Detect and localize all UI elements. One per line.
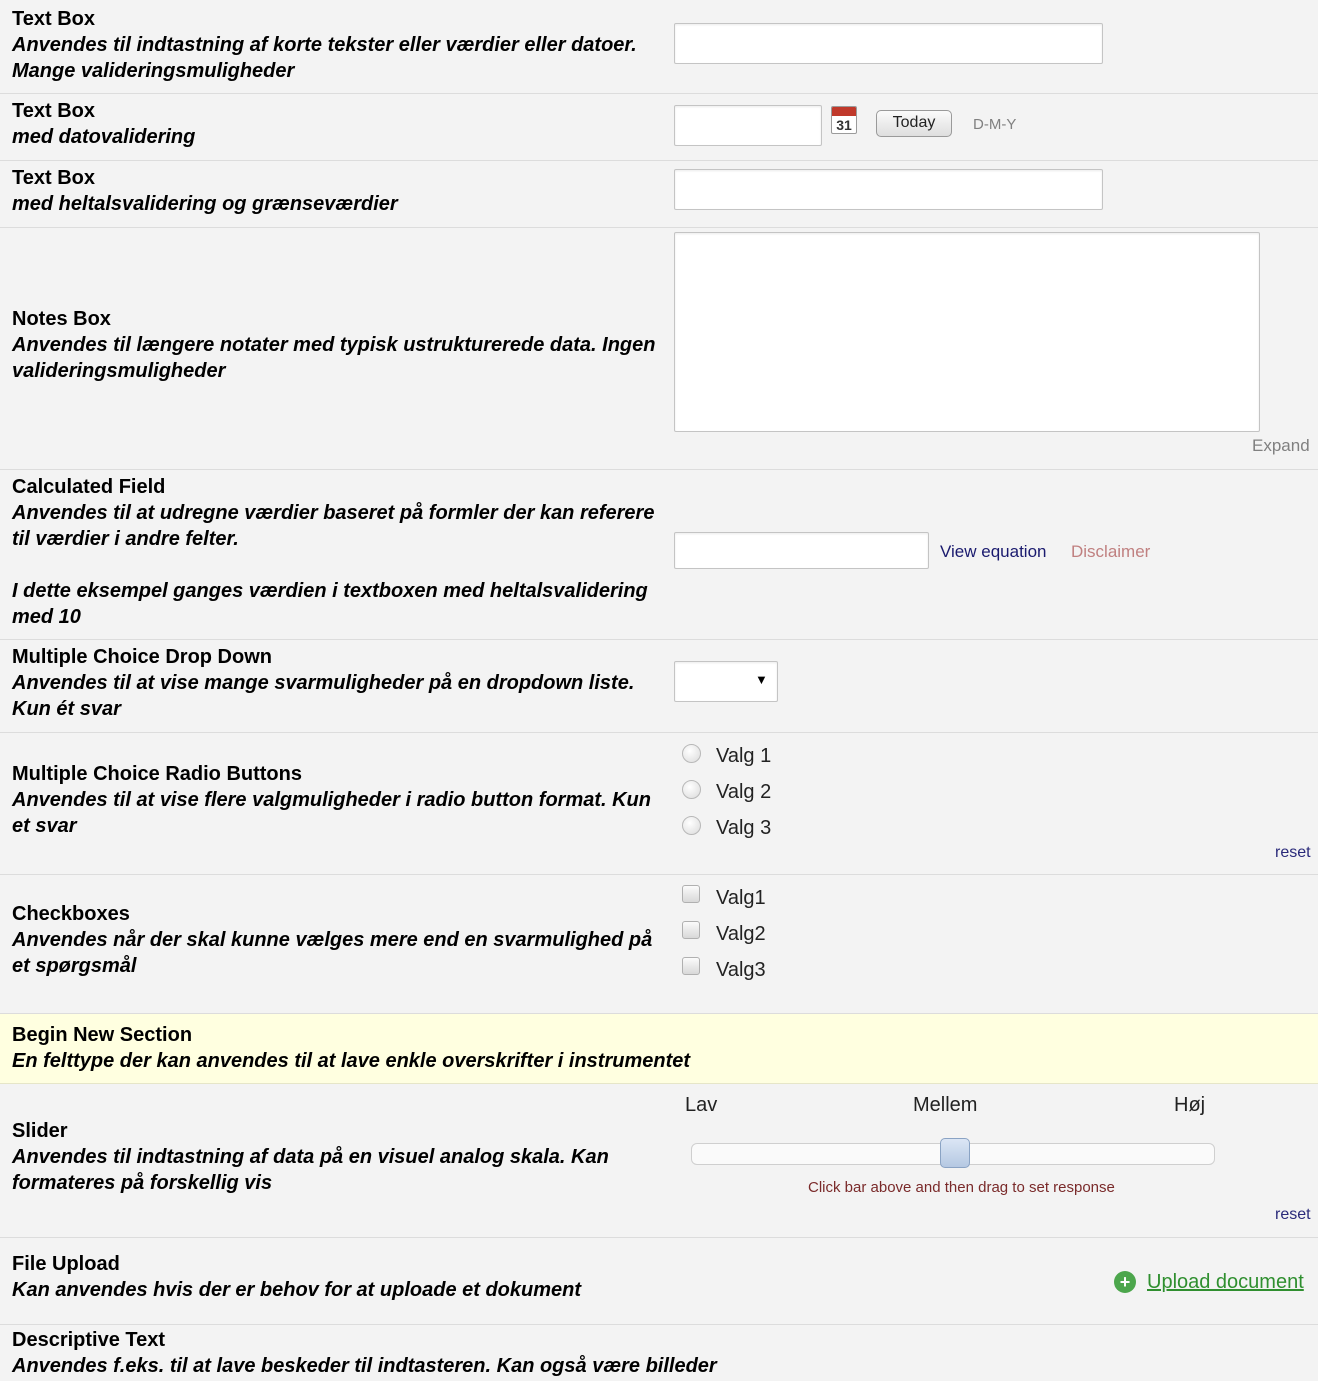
upload-document-link[interactable]: Upload document [1147,1271,1318,1294]
checkbox-label: Valg2 [716,923,766,945]
field-row-upload: File Upload Kan anvendes hvis der er beh… [0,1238,1318,1325]
radio-label: Valg 1 [716,745,772,767]
field-description-example: I dette eksempel ganges værdien i textbo… [12,580,648,628]
section-header: Begin New Section En felttype der kan an… [0,1014,1318,1084]
today-button[interactable]: Today [876,110,952,137]
slider-handle[interactable] [940,1138,970,1168]
field-label: Text Box med heltalsvalidering og grænse… [12,165,662,217]
integer-input[interactable] [674,169,1103,210]
checkbox[interactable] [682,885,700,903]
expand-link[interactable]: Expand [1252,436,1310,456]
field-title: File Upload [12,1253,120,1275]
field-label: Descriptive Text Anvendes f.eks. til at … [12,1327,1212,1379]
field-label: Calculated Field Anvendes til at udregne… [12,474,662,630]
slider-hint: Click bar above and then drag to set res… [808,1179,1115,1196]
field-label: Multiple Choice Radio Buttons Anvendes t… [12,761,662,839]
field-row-descriptive: Descriptive Text Anvendes f.eks. til at … [0,1325,1318,1381]
radio-label: Valg 2 [716,781,772,803]
field-label: File Upload Kan anvendes hvis der er beh… [12,1251,662,1303]
checkbox[interactable] [682,921,700,939]
chevron-down-icon: ▼ [755,672,768,687]
date-format-label: D-M-Y [973,116,1017,133]
section-description: En felttype der kan anvendes til at lave… [12,1050,691,1072]
add-icon: + [1114,1271,1136,1293]
field-row-datebox: Text Box med datovalidering 31 Today D-M… [0,94,1318,161]
disclaimer-link[interactable]: Disclaimer [1071,542,1150,562]
radio-label: Valg 3 [716,817,772,839]
field-description: Anvendes f.eks. til at lave beskeder til… [12,1355,717,1377]
field-title: Slider [12,1120,68,1142]
radio-button[interactable] [682,780,701,799]
field-description: Anvendes til at vise mange svarmulighede… [12,672,635,720]
field-title: Multiple Choice Drop Down [12,646,272,668]
field-label: Slider Anvendes til indtastning af data … [12,1118,662,1196]
field-row-intbox: Text Box med heltalsvalidering og grænse… [0,161,1318,228]
field-description: Kan anvendes hvis der er behov for at up… [12,1279,582,1301]
field-title: Notes Box [12,308,111,330]
field-row-slider: Slider Anvendes til indtastning af data … [0,1084,1318,1238]
field-title: Text Box [12,8,95,30]
notes-textarea[interactable] [674,232,1260,432]
checkbox[interactable] [682,957,700,975]
slider-label-high: Høj [1174,1094,1206,1116]
field-row-radio: Multiple Choice Radio Buttons Anvendes t… [0,733,1318,875]
field-description: med heltalsvalidering og grænseværdier [12,193,398,215]
field-description: Anvendes til at vise flere valgmulighede… [12,789,651,837]
field-description: Anvendes til at udregne værdier baseret … [12,502,655,550]
field-label: Notes Box Anvendes til længere notater m… [12,306,662,384]
field-label: Checkboxes Anvendes når der skal kunne v… [12,901,662,979]
field-description: Anvendes til indtastning af korte tekste… [12,34,637,82]
slider-label-low: Lav [685,1094,718,1116]
reset-link[interactable]: reset [1275,844,1311,862]
text-input[interactable] [674,23,1103,64]
radio-button[interactable] [682,816,701,835]
field-row-calculated: Calculated Field Anvendes til at udregne… [0,470,1318,640]
field-title: Descriptive Text [12,1329,166,1351]
calendar-icon[interactable]: 31 [831,106,857,134]
field-row-checkboxes: Checkboxes Anvendes når der skal kunne v… [0,875,1318,1014]
field-title: Calculated Field [12,476,166,498]
radio-button[interactable] [682,744,701,763]
field-description: Anvendes til længere notater med typisk … [12,334,656,382]
section-label: Begin New Section En felttype der kan an… [12,1022,1212,1074]
field-description: Anvendes til indtastning af data på en v… [12,1146,609,1194]
calculated-input [674,532,929,569]
slider-label-mid: Mellem [913,1094,978,1116]
date-input[interactable] [674,105,822,146]
field-title: Multiple Choice Radio Buttons [12,763,302,785]
checkbox-label: Valg1 [716,887,766,909]
field-description: Anvendes når der skal kunne vælges mere … [12,929,653,977]
field-label: Text Box Anvendes til indtastning af kor… [12,6,662,84]
field-label: Text Box med datovalidering [12,98,662,150]
field-label: Multiple Choice Drop Down Anvendes til a… [12,644,662,722]
field-title: Text Box [12,167,95,189]
reset-link[interactable]: reset [1275,1206,1311,1224]
view-equation-link[interactable]: View equation [940,542,1047,562]
field-title: Text Box [12,100,95,122]
field-row-notes: Notes Box Anvendes til længere notater m… [0,228,1318,470]
field-row-textbox: Text Box Anvendes til indtastning af kor… [0,0,1318,94]
checkbox-label: Valg3 [716,959,766,981]
field-row-dropdown: Multiple Choice Drop Down Anvendes til a… [0,640,1318,733]
field-description: med datovalidering [12,126,196,148]
dropdown-select[interactable]: ▼ [674,661,778,702]
section-title: Begin New Section [12,1024,193,1046]
field-title: Checkboxes [12,903,130,925]
